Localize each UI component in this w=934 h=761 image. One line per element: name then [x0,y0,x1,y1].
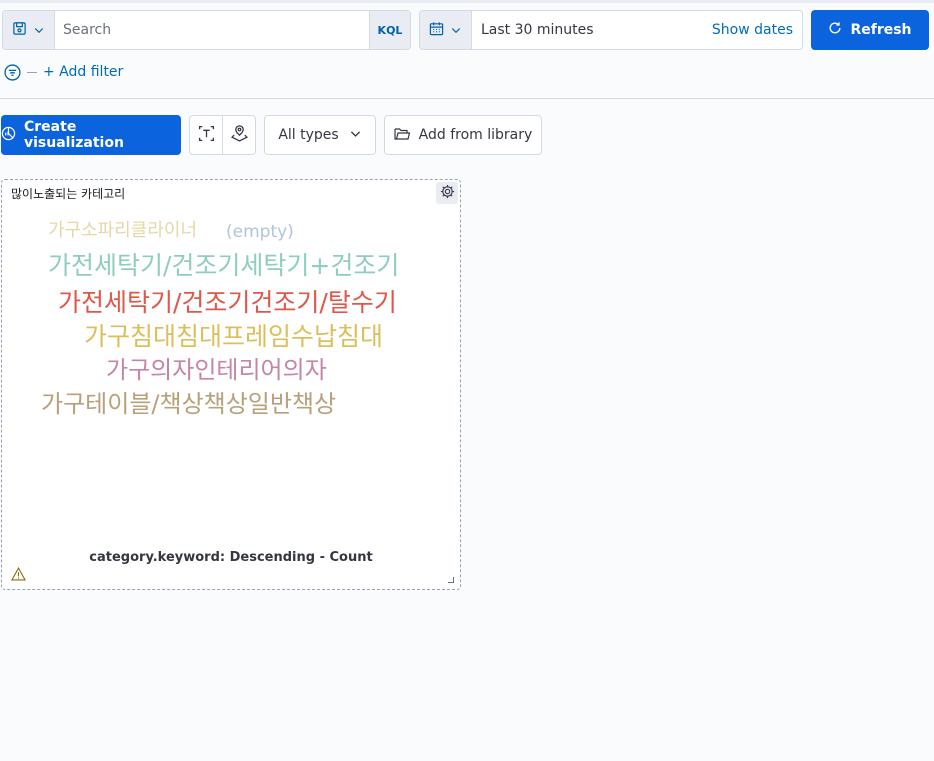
resize-handle[interactable] [448,577,454,583]
add-from-library-button[interactable]: Add from library [384,115,542,155]
refresh-label: Refresh [850,22,912,38]
chevron-down-icon [33,21,45,40]
tag-cloud-word[interactable]: 가전세탁기/건조기건조기/탈수기 [58,290,397,315]
time-picker: Last 30 minutes Show dates [419,10,803,50]
add-from-library-label: Add from library [418,127,533,143]
folder-icon [394,126,410,145]
all-types-label: All types [278,127,339,143]
filter-row: + Add filter [4,62,123,82]
add-map-button[interactable] [222,116,255,154]
search-input[interactable] [55,11,369,49]
filter-divider [27,71,37,73]
tag-cloud-word[interactable]: 가구테이블/책상책상일반책상 [41,392,336,416]
create-visualization-button[interactable]: Create visualization [1,115,181,155]
tag-cloud-word[interactable]: 가구침대침대프레임수납침대 [84,324,383,349]
panel-title: 많이노출되는 카테고리 [11,187,126,201]
visualize-app-icon [1,126,16,145]
top-border [0,0,934,3]
all-types-dropdown[interactable]: All types [264,115,376,155]
quick-menu-button[interactable] [420,11,472,49]
panel-options-button[interactable] [436,182,458,204]
refresh-icon [828,21,842,39]
text-icon [198,125,215,146]
tag-cloud-word[interactable]: (empty) [226,224,294,241]
create-visualization-label: Create visualization [24,119,124,151]
query-language-button[interactable]: KQL [369,11,410,49]
visualization-panel: 많이노출되는 카테고리 가구소파리클라이너 (empty) 가전세탁기/건조기세… [1,179,461,590]
save-icon [12,21,27,40]
filter-icon[interactable] [4,63,21,81]
calendar-icon [429,21,444,40]
tag-cloud-word[interactable]: 가구소파리클라이너 [48,222,197,240]
query-search-group: KQL [2,10,411,50]
add-filter-button[interactable]: + Add filter [43,64,123,80]
gear-icon [440,184,455,203]
tag-cloud-word[interactable]: 가구의자인테리어의자 [106,358,327,382]
add-text-button[interactable] [190,116,222,154]
time-range-label[interactable]: Last 30 minutes [472,11,712,49]
saved-query-button[interactable] [3,11,55,49]
maps-icon [230,124,248,146]
chevron-down-icon [349,127,362,144]
show-dates-link[interactable]: Show dates [712,11,802,49]
refresh-button[interactable]: Refresh [811,10,929,50]
chevron-down-icon [450,21,462,40]
header-divider [0,98,934,99]
warning-icon[interactable] [11,566,26,585]
quick-add-group [189,115,256,155]
chart-caption: category.keyword: Descending - Count [89,550,373,565]
tag-cloud-word[interactable]: 가전세탁기/건조기세탁기+건조기 [48,253,399,278]
